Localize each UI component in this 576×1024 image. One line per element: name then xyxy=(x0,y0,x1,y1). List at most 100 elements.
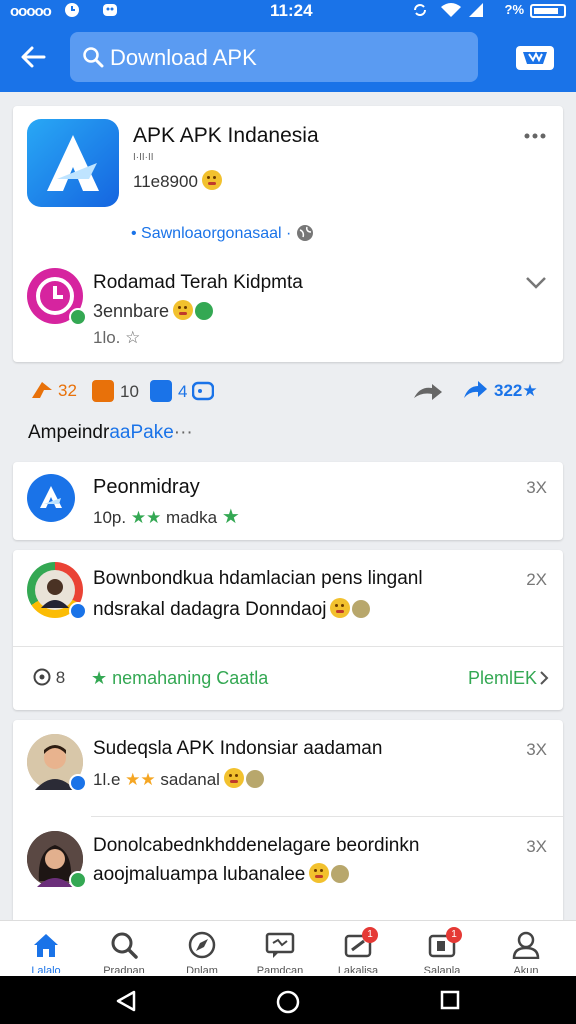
store-icon[interactable] xyxy=(514,42,556,74)
stat-comments[interactable]: 10 xyxy=(92,380,139,402)
more-link[interactable]: PlemlEK xyxy=(468,668,549,689)
status-bar: ooooo 11:24 ?% xyxy=(0,0,576,22)
list-item-meta: 10p. ★★ madka ★ xyxy=(93,504,240,529)
nav-sale[interactable]: 1 Lakalisa xyxy=(328,927,388,977)
avatar xyxy=(27,831,87,889)
nav-label: Salanla xyxy=(423,965,461,973)
back-arrow-icon[interactable] xyxy=(18,42,48,72)
app-logo xyxy=(27,119,119,207)
download-link-text: Sawnloaorgonasaal · xyxy=(141,225,292,242)
section-label-main: Ampeindr xyxy=(28,422,110,443)
forward-icon[interactable] xyxy=(412,382,448,402)
nav-home[interactable]: Lalalo xyxy=(16,931,76,977)
list-item[interactable]: Sudeqsla APK Indonsiar aadaman 1l.e ★★ s… xyxy=(13,720,563,816)
green-star-icon: ★ xyxy=(221,506,240,528)
wifi-icon xyxy=(441,3,461,17)
category-link[interactable]: ★ nemahaning Caatla xyxy=(91,668,268,689)
green-check-icon xyxy=(195,302,214,320)
home-button-icon[interactable] xyxy=(276,990,300,1014)
nav-label: Lakalisa xyxy=(337,965,379,973)
notification-icon xyxy=(103,4,117,16)
stat-share[interactable]: 32 xyxy=(30,380,77,401)
app-rating-text: 11e8900 xyxy=(133,170,222,192)
sub-rating: 1lo. ☆ xyxy=(93,328,141,347)
stars: ★★ xyxy=(125,770,156,789)
emoji-icon xyxy=(330,598,351,618)
emoji-icon xyxy=(223,768,244,788)
nav-label: Lalalo xyxy=(31,965,61,973)
list-item-title: Donolcabednkhddenelagare beordinkn xyxy=(93,835,420,856)
download-link[interactable]: • Sawnloaorgonasaal · xyxy=(131,224,314,243)
stat-shares[interactable]: 322★ xyxy=(462,380,538,401)
search-input[interactable]: Download APK xyxy=(70,32,478,82)
search-placeholder: Download APK xyxy=(110,45,257,70)
nav-label: Dnlam xyxy=(186,965,218,973)
notification-badge: 1 xyxy=(362,927,378,943)
more-link-text: PlemlEK xyxy=(467,668,537,688)
battery-icon xyxy=(530,4,566,18)
more-options-icon[interactable] xyxy=(523,132,547,140)
line2-text: aoojmaluampa lubanalee xyxy=(93,864,306,885)
coin-icon xyxy=(331,865,350,883)
sub-meta-text: 3ennbare xyxy=(93,301,170,321)
emoji-icon xyxy=(201,170,222,190)
app-rating-value: 11e8900 xyxy=(133,172,198,191)
nav-wallet[interactable]: 1 Salanla xyxy=(412,927,472,977)
list-item-title: Sudeqsla APK Indonsiar aadaman xyxy=(93,738,383,759)
list-item[interactable]: Bownbondkua hdamlacian pens linganl ndsr… xyxy=(13,550,563,710)
nav-explore[interactable]: Dnlam xyxy=(172,931,232,977)
verified-icon xyxy=(69,602,87,620)
app-subtitle: I·II·II xyxy=(133,152,154,163)
list-item[interactable]: Donolcabednkhddenelagare beordinkn aoojm… xyxy=(13,817,563,920)
plus-icon xyxy=(92,380,114,402)
nav-label: Pradnan xyxy=(103,965,145,973)
emoji-icon xyxy=(309,863,330,883)
comment-count[interactable]: 8 xyxy=(33,668,65,688)
recents-icon[interactable] xyxy=(440,990,460,1010)
system-navigation-bar xyxy=(0,976,576,1024)
stats-row: 32 10 4 322★ xyxy=(0,372,576,412)
stat-likes[interactable]: 4 xyxy=(150,380,187,402)
person-icon xyxy=(512,931,540,959)
verified-icon xyxy=(69,871,87,889)
list-group: Sudeqsla APK Indonsiar aadaman 1l.e ★★ s… xyxy=(13,720,563,920)
list-item[interactable]: Peonmidray 10p. ★★ madka ★ 3X xyxy=(13,462,563,540)
gamepad-icon[interactable] xyxy=(192,380,214,402)
cell-signal-icon xyxy=(469,3,483,17)
bottom-navigation: Lalalo Pradnan Dnlam Pamdcan 1 Lakalisa … xyxy=(0,920,576,976)
chevron-down-icon[interactable] xyxy=(525,276,547,290)
stars: ★★ xyxy=(130,508,162,527)
stat-value: 10 xyxy=(120,382,139,401)
share-icon xyxy=(464,381,487,398)
featured-app-card[interactable]: APK APK Indanesia I·II·II 11e8900 • Sawn… xyxy=(13,106,563,362)
flame-icon xyxy=(32,382,52,398)
stat-value: 32 xyxy=(58,381,77,400)
meta-prefix: 1l.e xyxy=(93,770,121,789)
nav-messages[interactable]: Pamdcan xyxy=(250,931,310,977)
avatar xyxy=(27,268,87,326)
nav-search[interactable]: Pradnan xyxy=(94,931,154,977)
home-icon xyxy=(34,934,58,957)
section-label-tail: ··· xyxy=(173,422,193,443)
list-item-count: 3X xyxy=(526,740,547,759)
list-item-title: Bownbondkua hdamlacian pens linganl xyxy=(93,568,423,589)
emoji-icon xyxy=(173,300,194,320)
chat-icon xyxy=(265,932,295,958)
list-item-line2: ndsrakal dadagra Donndaoj xyxy=(93,598,371,621)
battery-percent: ?% xyxy=(504,2,525,17)
comment-icon xyxy=(33,668,51,686)
nav-label: Akun xyxy=(513,965,539,973)
share-count: 322★ xyxy=(494,381,538,400)
globe-icon xyxy=(296,225,313,241)
list-item-count: 3X xyxy=(526,478,547,497)
section-label: AmpeindraaPake··· xyxy=(28,422,193,444)
nav-account[interactable]: Akun xyxy=(496,931,556,977)
signal-dots: ooooo xyxy=(10,3,52,20)
avatar xyxy=(27,562,87,620)
coin-icon xyxy=(352,600,371,618)
line2-text: ndsrakal dadagra Donndaoj xyxy=(93,599,327,620)
search-icon xyxy=(83,47,104,68)
comment-count-value: 8 xyxy=(55,668,66,687)
back-icon[interactable] xyxy=(114,990,138,1012)
sub-title: Rodamad Terah Kidpmta xyxy=(93,272,303,293)
